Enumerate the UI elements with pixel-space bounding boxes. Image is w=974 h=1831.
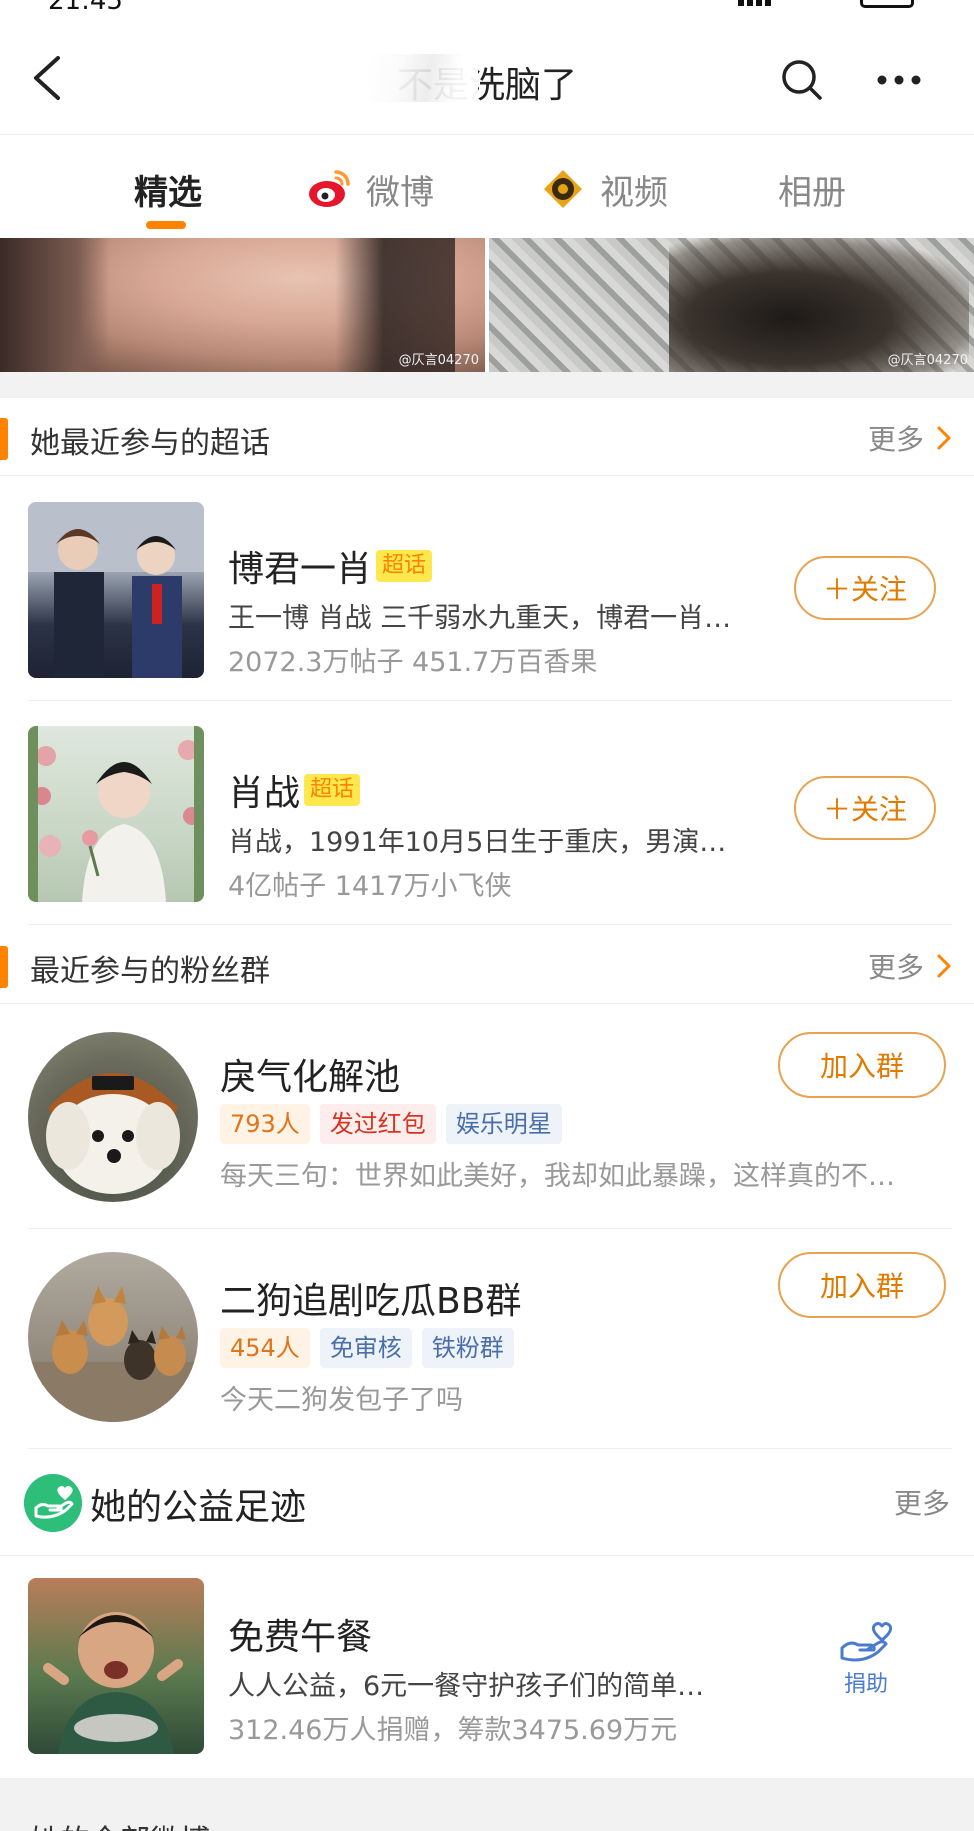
follow-button[interactable]: ＋关注 <box>794 556 936 620</box>
all-posts-title: 她的全部微博 <box>30 1816 210 1831</box>
join-group-button[interactable]: 加入群 <box>778 1252 946 1318</box>
battery-icon <box>860 0 914 8</box>
super-topic-desc: 肖战，1991年10月5日生于重庆，男演… <box>228 827 727 858</box>
search-icon[interactable] <box>780 58 824 102</box>
chevron-right-icon <box>937 426 951 450</box>
charity-project-name: 免费午餐 <box>228 1617 373 1658</box>
fan-groups-header: 最近参与的粉丝群 更多 <box>0 926 974 1004</box>
weibo-icon <box>309 170 350 207</box>
section-title: 最近参与的粉丝群 <box>30 954 270 989</box>
section-title: 她的公益足迹 <box>90 1487 307 1528</box>
charity-project-stats: 312.46万人捐赠，筹款3475.69万元 <box>228 1715 678 1746</box>
no-review-tag: 免审核 <box>319 1328 412 1368</box>
more-label: 更多 <box>867 951 924 984</box>
featured-photo[interactable]: @仄言04270 <box>0 238 485 372</box>
chevron-right-icon <box>937 954 951 978</box>
charity-project-desc: 人人公益，6元一餐守护孩子们的简单… <box>228 1671 705 1702</box>
nav-bar: 不是洗脑了 <box>0 22 974 134</box>
donate-label: 捐助 <box>843 1672 888 1697</box>
charity-thumbnail <box>28 1578 204 1754</box>
page-title: 不是洗脑了 <box>396 65 577 106</box>
tab-featured[interactable]: 精选 <box>134 165 202 213</box>
tab-featured-label: 精选 <box>134 172 202 213</box>
status-bar: 21:45 <box>0 0 974 14</box>
red-packet-tag: 发过红包 <box>319 1104 436 1144</box>
active-tab-indicator <box>146 221 186 229</box>
super-topic-content: 博君一肖 超话 王一博 肖战 三千弱水九重天，博君一肖… 2072.3万帖子 4… <box>0 476 974 700</box>
member-count-tag: 793人 <box>220 1104 310 1144</box>
category-tag: 娱乐明星 <box>445 1104 562 1144</box>
donate-button[interactable]: 捐助 <box>836 1620 896 1702</box>
tab-video-label: 视频 <box>600 172 668 213</box>
fan-group-name: 戾气化解池 <box>220 1057 401 1098</box>
profile-tab-bar: 精选 微博 视频 相册 <box>0 134 974 238</box>
super-topic-desc: 王一博 肖战 三千弱水九重天，博君一肖… <box>228 603 732 634</box>
fan-group-desc: 每天三句：世界如此美好，我却如此暴躁，这样真的不… <box>220 1161 895 1192</box>
fan-group-tags: 454人 免审核 铁粉群 <box>220 1328 514 1368</box>
fan-groups-more-link[interactable]: 更多 <box>868 946 952 986</box>
tab-album-label: 相册 <box>778 172 846 213</box>
super-topic-name: 肖战 <box>228 773 301 814</box>
section-title: 她最近参与的超话 <box>30 426 270 461</box>
donate-hand-heart-icon <box>840 1622 893 1662</box>
super-topic-name-line: 肖战 超话 <box>228 764 361 816</box>
charity-header: 她的公益足迹 更多 <box>0 1448 974 1556</box>
super-topic-stats: 4亿帖子 1417万小飞侠 <box>228 871 512 902</box>
charity-more-link[interactable]: 更多 <box>894 1482 950 1522</box>
super-topic-name: 博君一肖 <box>228 549 373 590</box>
featured-photo[interactable]: @仄言04270 <box>489 238 974 372</box>
section-accent <box>0 946 8 988</box>
photo-watermark: @仄言04270 <box>887 353 968 368</box>
super-topic-name-line: 博君一肖 超话 <box>228 540 433 592</box>
fan-group-tags: 793人 发过红包 娱乐明星 <box>220 1104 562 1144</box>
fan-group-desc: 今天二狗发包子了吗 <box>220 1385 463 1416</box>
category-tag: 铁粉群 <box>421 1328 514 1368</box>
photo-watermark: @仄言04270 <box>398 353 479 368</box>
super-topics-more-link[interactable]: 更多 <box>868 418 952 458</box>
title-redaction <box>368 54 478 102</box>
member-count-tag: 454人 <box>220 1328 310 1368</box>
fan-group-avatar <box>28 1032 198 1202</box>
fan-group-avatar <box>28 1252 198 1422</box>
join-group-button[interactable]: 加入群 <box>778 1032 946 1098</box>
section-accent <box>0 418 8 460</box>
tab-weibo-label: 微博 <box>366 172 434 213</box>
tab-weibo[interactable]: 微博 <box>306 165 434 213</box>
follow-button[interactable]: ＋关注 <box>794 776 936 840</box>
more-label: 更多 <box>867 423 924 456</box>
tab-video[interactable]: 视频 <box>540 165 668 213</box>
signal-icon <box>738 0 774 6</box>
featured-photos: @仄言04270 @仄言04270 <box>0 238 974 372</box>
tab-album[interactable]: 相册 <box>778 165 846 213</box>
row-divider <box>28 924 952 925</box>
fan-group-name: 二狗追剧吃瓜BB群 <box>220 1281 522 1322</box>
super-topic-stats: 2072.3万帖子 451.7万百香果 <box>228 647 598 678</box>
fan-group-row[interactable]: 二狗追剧吃瓜BB群 454人 免审核 铁粉群 今天二狗发包子了吗 加入群 <box>0 1228 974 1448</box>
super-topic-badge: 超话 <box>376 550 433 582</box>
super-topics-header: 她最近参与的超话 更多 <box>0 398 974 476</box>
status-time: 21:45 <box>48 0 123 14</box>
section-divider <box>0 372 974 398</box>
super-topic-badge: 超话 <box>304 774 361 806</box>
charity-row[interactable]: 免费午餐 人人公益，6元一餐守护孩子们的简单… 312.46万人捐赠，筹款347… <box>0 1556 974 1778</box>
fan-group-row[interactable]: 戾气化解池 793人 发过红包 娱乐明星 每天三句：世界如此美好，我却如此暴躁，… <box>0 1004 974 1228</box>
more-options-icon[interactable] <box>874 58 924 102</box>
video-icon <box>544 170 582 208</box>
super-topic-content: 肖战 超话 肖战，1991年10月5日生于重庆，男演… 4亿帖子 1417万小飞… <box>0 700 974 924</box>
all-posts-section-peek: 她的全部微博 <box>0 1778 974 1831</box>
charity-hand-icon <box>24 1474 82 1532</box>
